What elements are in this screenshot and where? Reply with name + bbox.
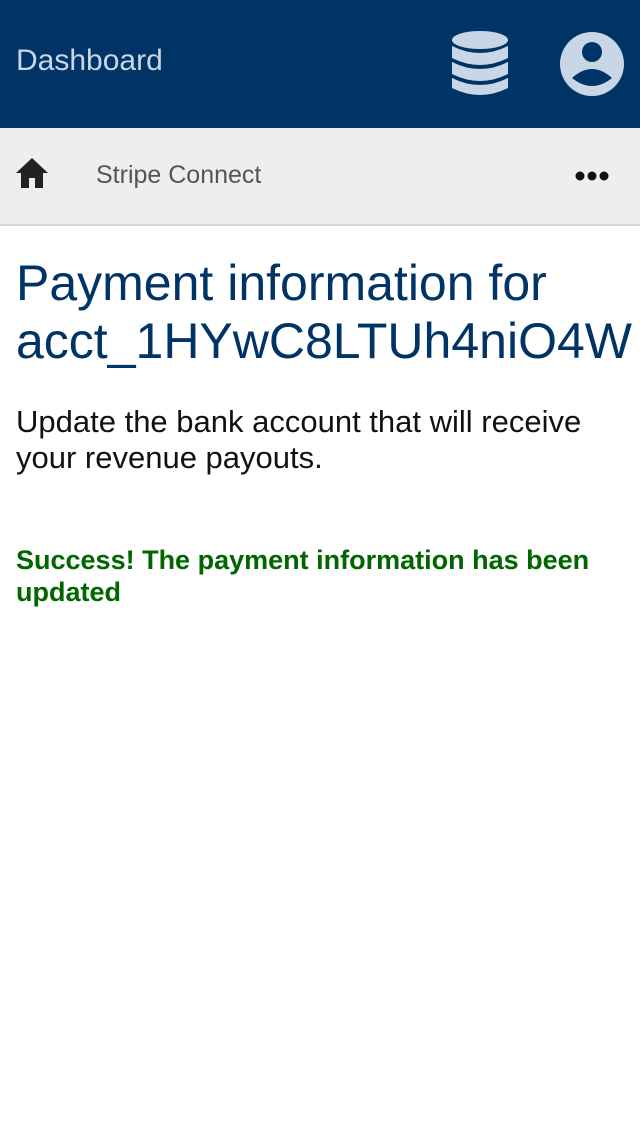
database-icon [452,31,508,95]
breadcrumb[interactable]: Stripe Connect [96,160,261,190]
page-title-line-1: Payment information for [16,255,547,311]
navigation-bar: Stripe Connect [0,128,640,226]
page-title: Payment information for acct_1HYwC8LTUh4… [16,254,640,370]
page-description: Update the bank account that will receiv… [16,404,582,475]
top-app-bar: Dashboard [0,0,640,128]
database-button[interactable] [446,28,514,100]
home-icon [16,158,48,188]
more-horizontal-icon [575,171,609,181]
success-message: Success! The payment information has bee… [16,545,590,607]
account-button[interactable] [558,30,626,98]
more-options-button[interactable] [568,158,616,194]
account-circle-icon [560,32,624,96]
home-button[interactable] [12,154,52,194]
main-content: Payment information for acct_1HYwC8LTUh4… [16,254,640,608]
app-title: Dashboard [16,44,163,77]
page-title-line-2: acct_1HYwC8LTUh4niO4W [16,313,632,369]
